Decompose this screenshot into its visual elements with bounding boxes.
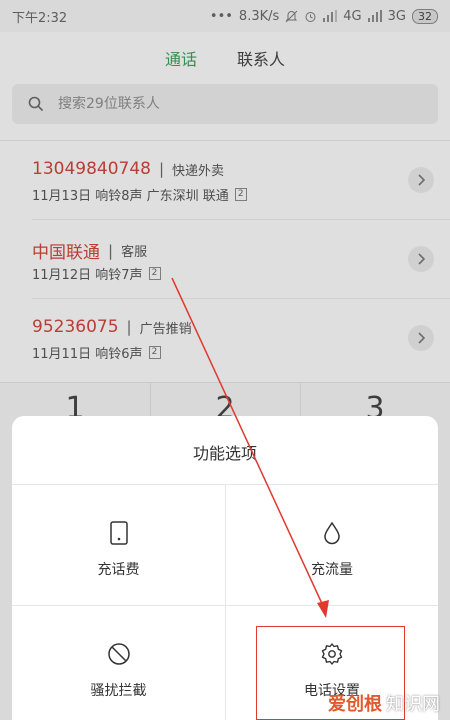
option-label: 充话费 bbox=[97, 562, 140, 578]
block-icon bbox=[107, 643, 130, 665]
watermark-logo: 爱创根 bbox=[328, 694, 382, 715]
options-row: 充话费 充流量 bbox=[12, 485, 438, 606]
option-recharge-credit[interactable]: 充话费 bbox=[12, 485, 225, 605]
phone-outline-icon bbox=[109, 521, 128, 545]
droplet-icon bbox=[324, 521, 340, 545]
option-recharge-data[interactable]: 充流量 bbox=[225, 485, 438, 605]
option-label: 充流量 bbox=[311, 562, 353, 578]
watermark: 爱创根 知识网 bbox=[328, 690, 440, 716]
option-harassment-block[interactable]: 骚扰拦截 bbox=[12, 606, 225, 720]
sheet-title: 功能选项 bbox=[192, 444, 257, 463]
watermark-text: 知识网 bbox=[386, 694, 440, 715]
option-label: 骚扰拦截 bbox=[90, 683, 147, 699]
